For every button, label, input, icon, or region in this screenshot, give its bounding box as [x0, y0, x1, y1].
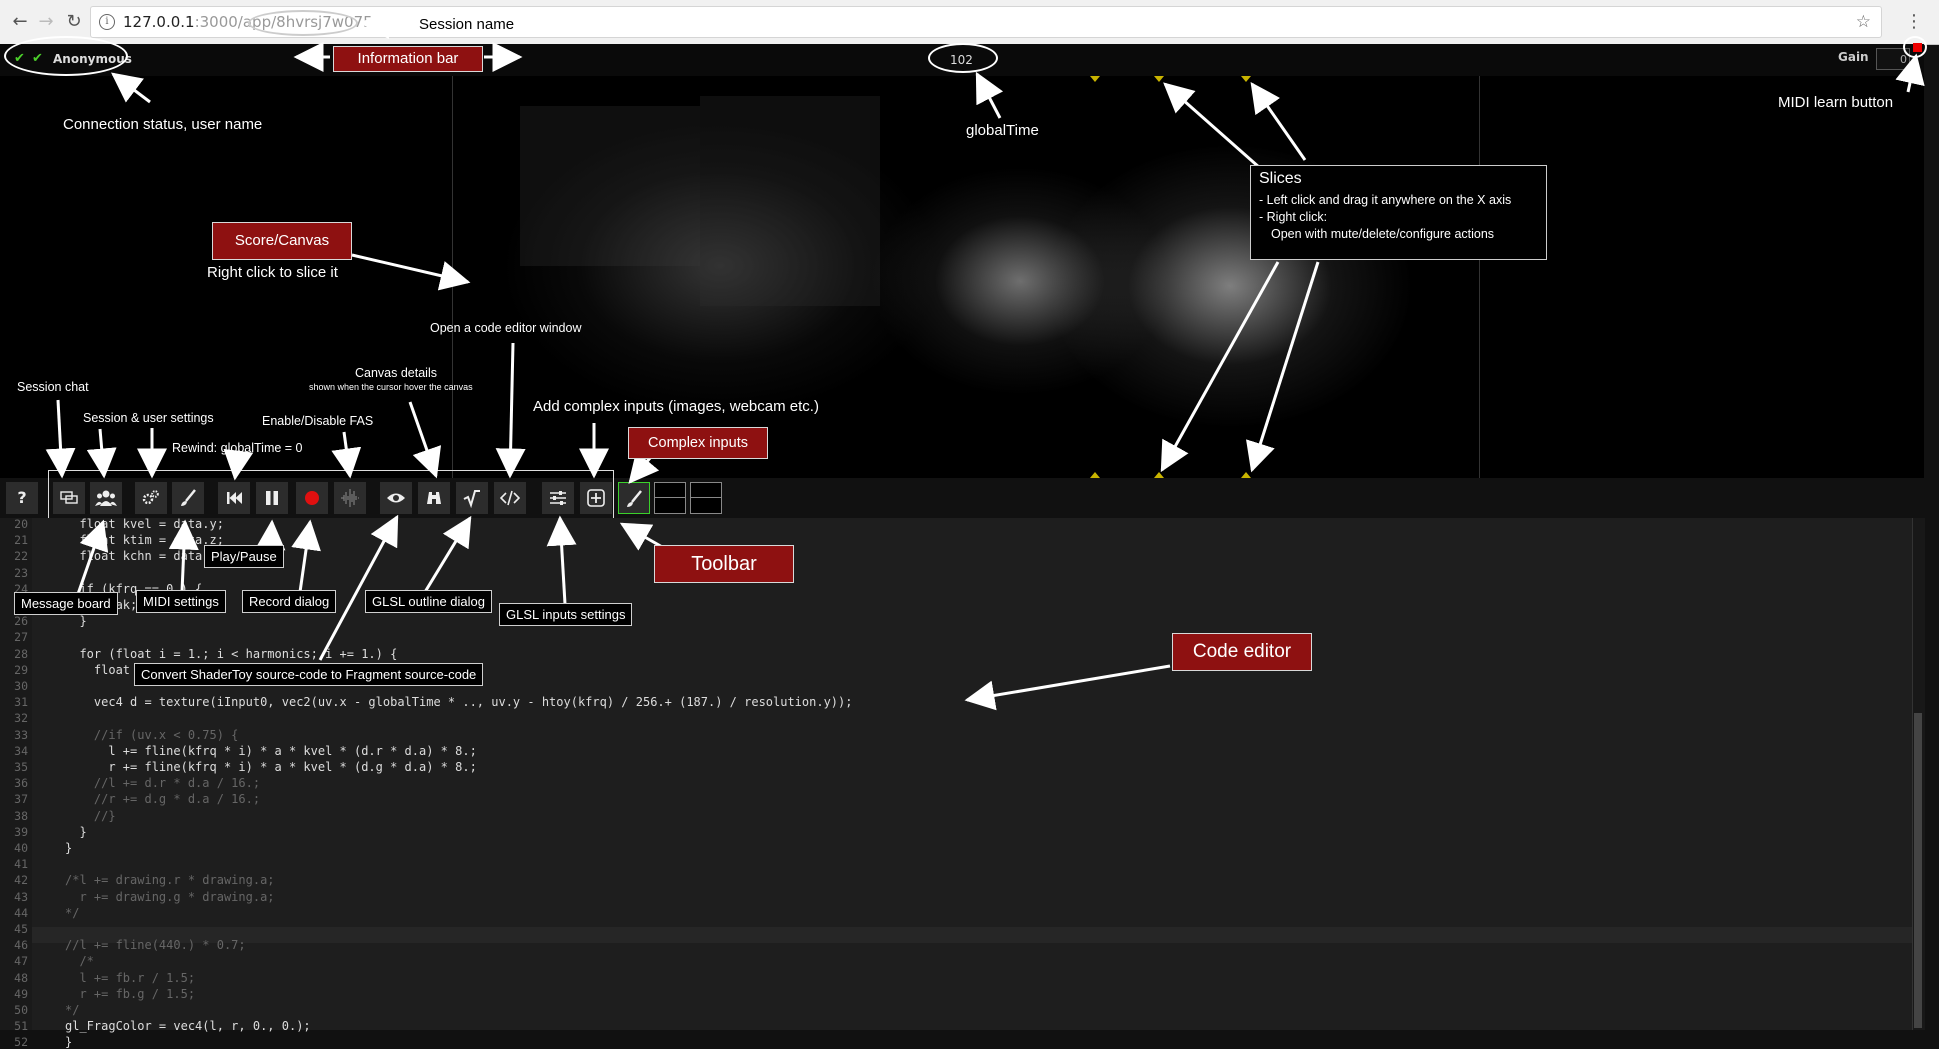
toolbar-label: Toolbar — [654, 545, 794, 583]
arrow — [291, 519, 321, 593]
slices-line: Open with mute/delete/configure actions — [1271, 227, 1495, 241]
arrow — [495, 342, 526, 479]
arrow — [964, 664, 1171, 711]
arrow — [111, 72, 151, 104]
session-name-label: Session name — [419, 16, 515, 33]
session-chat-label: Session chat — [17, 380, 89, 394]
session-user-settings-label: Session & user settings — [83, 411, 214, 425]
slices-line: - Right click: — [1259, 210, 1328, 224]
arrow — [1250, 81, 1307, 161]
globaltime-label: globalTime — [966, 122, 1039, 139]
glsl-inputs-label: GLSL inputs settings — [499, 603, 633, 626]
complex-inputs-label: Complex inputs — [628, 427, 768, 459]
information-bar-label: Information bar — [333, 46, 483, 72]
add-complex-inputs-label: Add complex inputs (images, webcam etc.) — [533, 398, 819, 415]
arrow — [351, 253, 471, 291]
arrow — [423, 515, 472, 593]
midi-settings-label: MIDI settings — [136, 590, 226, 613]
arrow — [168, 519, 199, 593]
message-board-label: Message board — [14, 592, 118, 615]
open-code-editor-label: Open a code editor window — [430, 321, 582, 335]
canvas-details-sublabel: shown when the cursor hover the canvas — [309, 382, 473, 392]
slices-info-box: Slices - Left click and drag it anywhere… — [1250, 165, 1547, 260]
code-editor-label: Code editor — [1172, 633, 1312, 671]
rewind-label: Rewind: globalTime = 0 — [172, 441, 303, 455]
play-pause-label: Play/Pause — [204, 545, 284, 568]
glsl-outline-label: GLSL outline dialog — [365, 590, 492, 613]
arrow — [331, 431, 362, 479]
midi-learn-label: MIDI learn button — [1778, 94, 1894, 111]
convert-shadertoy-label: Convert ShaderToy source-code to Fragmen… — [134, 663, 484, 686]
arrow — [86, 428, 117, 479]
right-click-slice-label: Right click to slice it — [207, 264, 338, 281]
arrow — [223, 448, 254, 481]
canvas-details-label: Canvas details — [355, 366, 437, 380]
slices-title: Slices — [1259, 170, 1302, 187]
slices-line: - Left click and drag it anywhere on the… — [1259, 193, 1512, 207]
enable-disable-fas-label: Enable/Disable FAS — [262, 414, 374, 428]
score-canvas-label: Score/Canvas — [212, 222, 352, 260]
arrow — [546, 515, 577, 605]
arrow — [45, 399, 76, 479]
arrow — [1895, 53, 1925, 93]
connection-status-label: Connection status, user name — [63, 116, 263, 133]
arrow — [975, 71, 1004, 119]
arrow — [1163, 82, 1261, 170]
arrow — [628, 451, 660, 484]
arrow — [76, 519, 109, 595]
arrow — [318, 514, 399, 661]
record-dialog-label: Record dialog — [242, 590, 337, 613]
annotation-arrows — [45, 9, 1925, 711]
arrow — [408, 401, 442, 479]
arrow — [359, 9, 413, 40]
line-number: 52 — [14, 1035, 28, 1049]
code-line[interactable]: } — [65, 1035, 72, 1049]
